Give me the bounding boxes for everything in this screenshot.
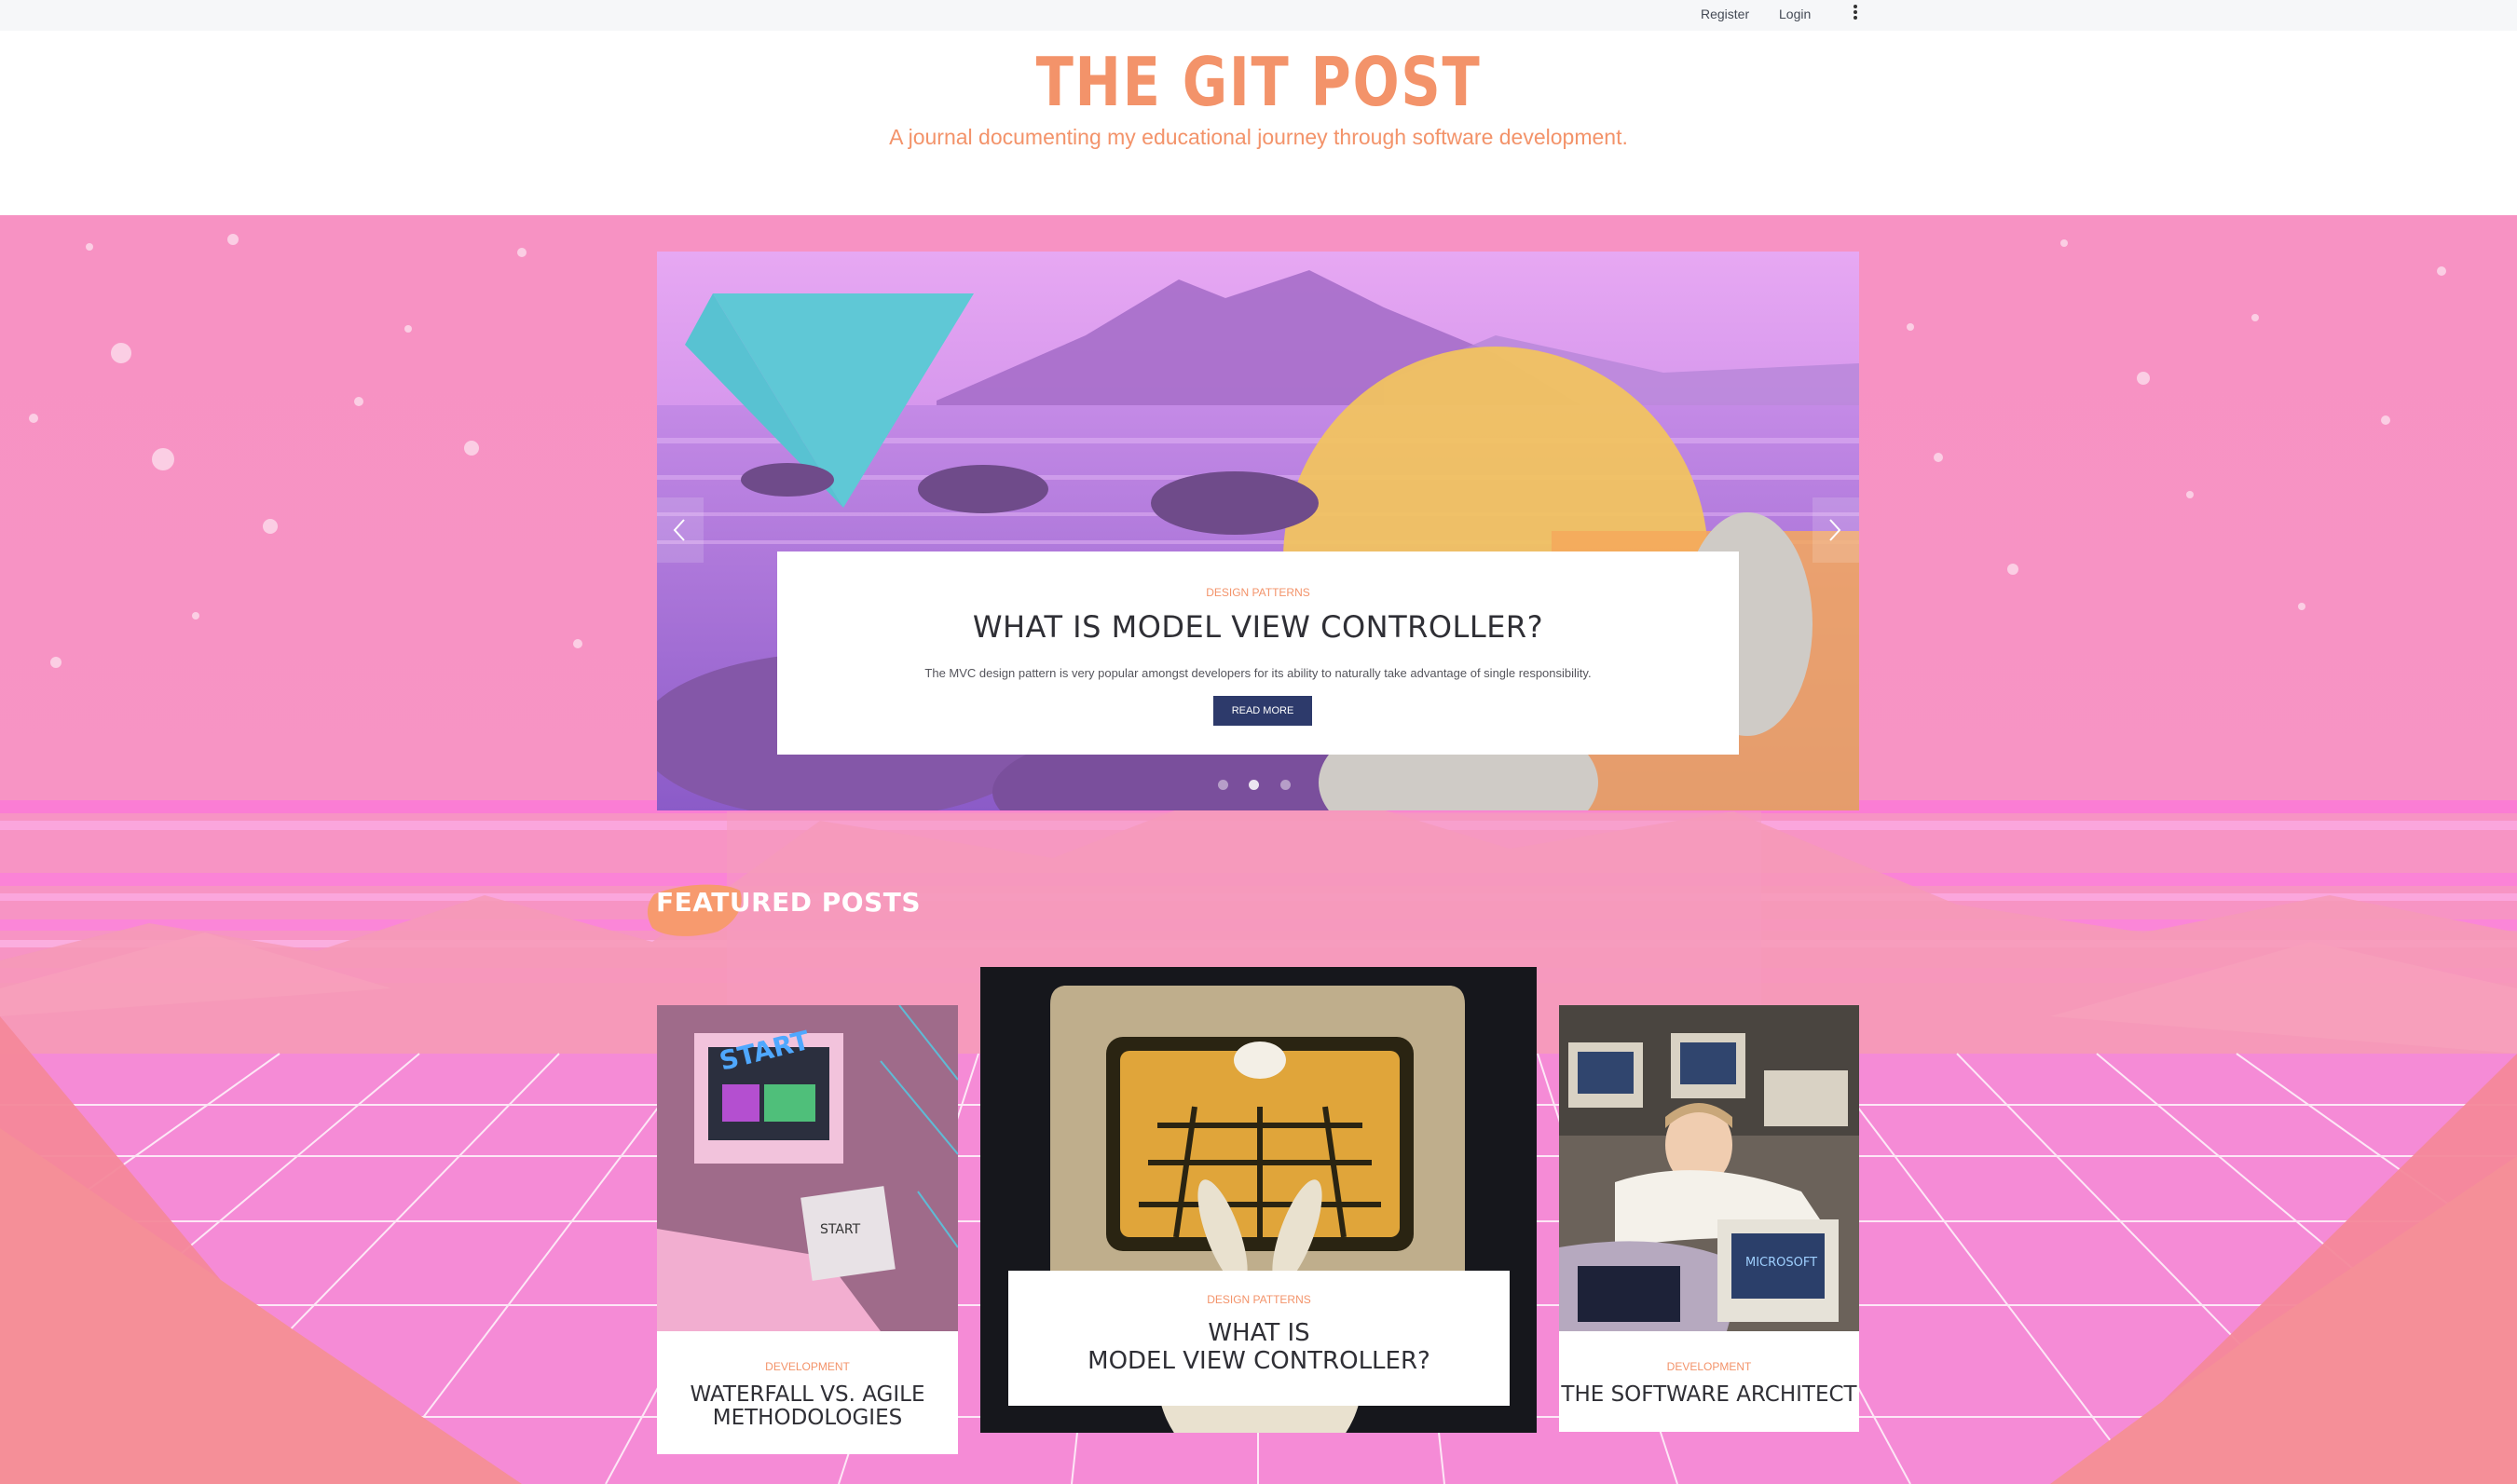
site-title[interactable]: THE GIT POST xyxy=(226,43,2291,121)
featured-post-card[interactable]: START START DEVELOPMENT WATERFALL VS. AG… xyxy=(657,1005,958,1454)
featured-post-card[interactable]: MICROSOFT DEVELOPMENT THE SOFTWARE ARCHI… xyxy=(1559,1005,1859,1432)
top-bar: Register Login xyxy=(0,0,2517,31)
slide-description: The MVC design pattern is very popular a… xyxy=(924,666,1592,680)
post-category[interactable]: DEVELOPMENT xyxy=(1559,1360,1859,1373)
site-tagline: A journal documenting my educational jou… xyxy=(889,125,1628,149)
post-title[interactable]: THE SOFTWARE ARCHITECT xyxy=(1559,1383,1859,1407)
slide-category[interactable]: DESIGN PATTERNS xyxy=(777,586,1739,599)
featured-posts-heading: FEATURED POSTS xyxy=(656,887,922,918)
carousel-indicators xyxy=(1218,778,1291,790)
carousel-prev-button[interactable] xyxy=(657,497,704,563)
more-options-icon[interactable] xyxy=(1851,4,1860,24)
featured-post-card[interactable]: DESIGN PATTERNS WHAT IS MODEL VIEW CONTR… xyxy=(980,967,1537,1433)
carousel-indicator-1[interactable] xyxy=(1218,780,1228,790)
post-title[interactable]: WATERFALL VS. AGILE METHODOLOGIES xyxy=(657,1383,958,1430)
hero-section: DESIGN PATTERNS WHAT IS MODEL VIEW CONTR… xyxy=(0,215,2517,1484)
carousel-indicator-3[interactable] xyxy=(1279,780,1291,790)
hero-carousel[interactable]: DESIGN PATTERNS WHAT IS MODEL VIEW CONTR… xyxy=(657,252,1859,810)
post-title[interactable]: WHAT IS MODEL VIEW CONTROLLER? xyxy=(1008,1319,1510,1375)
svg-text:START: START xyxy=(820,1222,861,1237)
post-caption-card: DESIGN PATTERNS WHAT IS MODEL VIEW CONTR… xyxy=(1008,1271,1510,1406)
slide-title[interactable]: WHAT IS MODEL VIEW CONTROLLER? xyxy=(777,609,1739,645)
carousel-caption-card: DESIGN PATTERNS WHAT IS MODEL VIEW CONTR… xyxy=(777,551,1739,755)
post-category[interactable]: DEVELOPMENT xyxy=(657,1360,958,1373)
post-thumbnail-man-with-computers: MICROSOFT xyxy=(1559,1005,1859,1331)
carousel-indicator-2[interactable] xyxy=(1249,780,1260,790)
carousel-next-button[interactable] xyxy=(1813,497,1859,563)
register-link[interactable]: Register xyxy=(1701,7,1749,21)
post-thumbnail-retro-computer: START START xyxy=(657,1005,958,1331)
chevron-left-icon xyxy=(673,519,685,541)
svg-text:MICROSOFT: MICROSOFT xyxy=(1745,1256,1817,1270)
chevron-right-icon xyxy=(1829,519,1841,541)
login-link[interactable]: Login xyxy=(1779,7,1811,21)
read-more-button[interactable]: READ MORE xyxy=(1213,696,1312,726)
post-category[interactable]: DESIGN PATTERNS xyxy=(1008,1293,1510,1306)
